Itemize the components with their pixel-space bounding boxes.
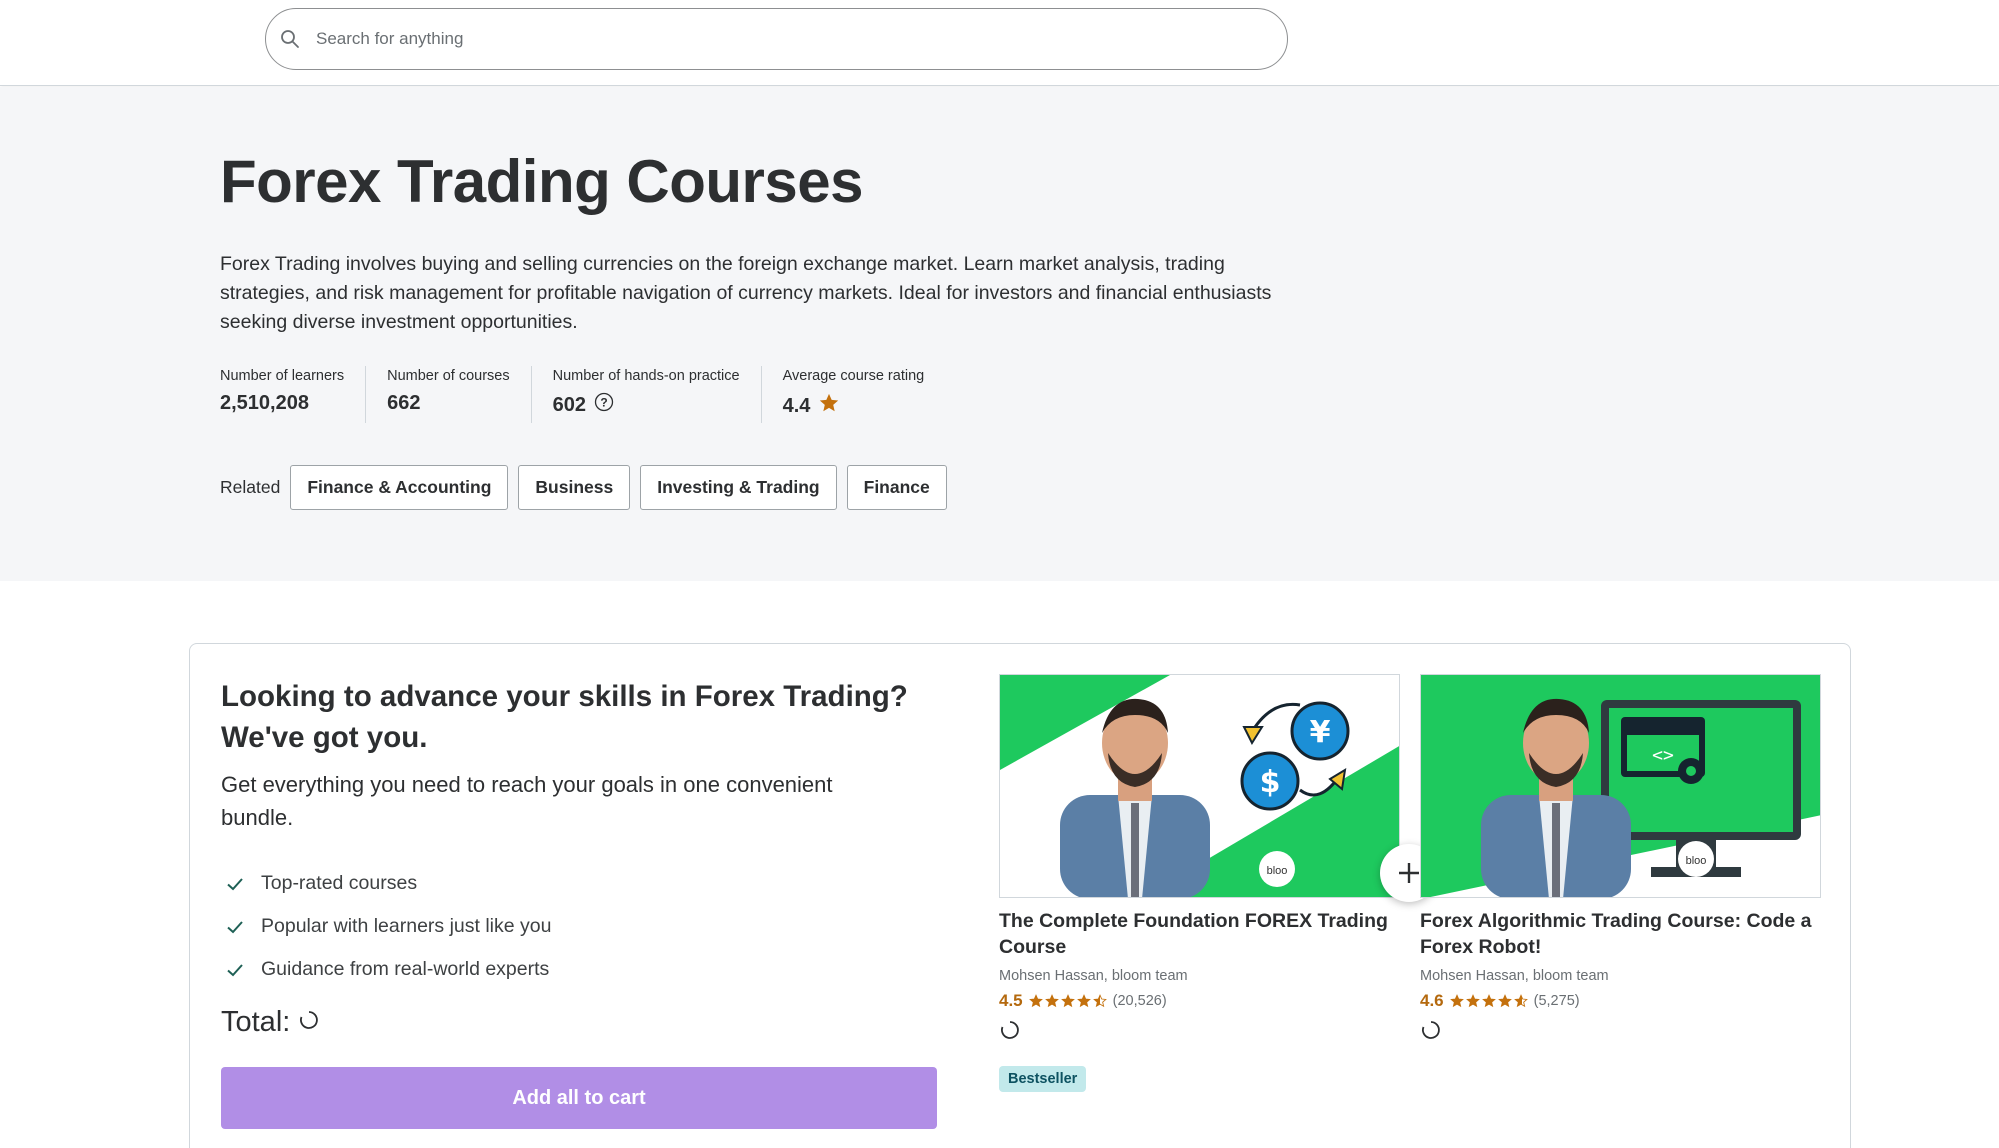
review-count: (5,275)	[1533, 993, 1580, 1009]
svg-text:¥: ¥	[1310, 715, 1331, 750]
search-icon[interactable]	[280, 28, 302, 50]
star-icon	[1513, 994, 1528, 1008]
star-icon	[1044, 994, 1059, 1008]
loading-spinner-icon	[1420, 1019, 1821, 1046]
bundle-benefits: Top-rated courses Popular with learners …	[225, 862, 551, 991]
topic-header: Forex Trading Courses Forex Trading invo…	[0, 87, 1999, 581]
svg-text:<>: <>	[1652, 745, 1674, 766]
help-icon[interactable]: ?	[594, 392, 614, 418]
star-icon	[818, 392, 840, 420]
related-topic-chip[interactable]: Finance & Accounting	[290, 465, 509, 510]
stat-label: Number of hands-on practice	[552, 368, 740, 384]
bundle-card: Looking to advance your skills in Forex …	[189, 643, 1851, 1148]
add-all-to-cart-button[interactable]: Add all to cart	[221, 1067, 937, 1129]
star-icon	[1076, 994, 1091, 1008]
svg-text:bloo: bloo	[1267, 865, 1288, 877]
topic-stats: Number of learners 2,510,208 Number of c…	[220, 366, 966, 423]
star-icon	[1060, 994, 1075, 1008]
rating-value: 4.5	[999, 991, 1023, 1010]
rating-value: 4.6	[1420, 991, 1444, 1010]
related-topic-chip[interactable]: Finance	[846, 465, 947, 510]
benefit-item: Popular with learners just like you	[225, 905, 551, 948]
star-icon	[1465, 994, 1480, 1008]
review-count: (20,526)	[1112, 993, 1167, 1009]
benefit-item: Top-rated courses	[225, 862, 551, 905]
search-bar[interactable]	[265, 8, 1288, 70]
svg-text:?: ?	[600, 396, 607, 410]
rating-stars-icon	[1028, 994, 1107, 1008]
course-title[interactable]: The Complete Foundation FOREX Trading Co…	[999, 908, 1400, 960]
bundle-course-card[interactable]: <> bloo Forex Algorithmic Trading Course…	[1420, 674, 1821, 1046]
loading-spinner-icon	[999, 1019, 1400, 1046]
star-icon	[1481, 994, 1496, 1008]
bundle-total: Total:	[221, 1006, 320, 1039]
bundle-course-card[interactable]: ¥ $ bloo The Complete Foundation FOREX T…	[999, 674, 1400, 1092]
benefit-label: Popular with learners just like you	[261, 915, 552, 937]
star-icon	[1028, 994, 1043, 1008]
stat-label: Average course rating	[782, 368, 925, 384]
loading-spinner-icon	[298, 1006, 320, 1039]
total-label: Total:	[221, 1006, 291, 1038]
course-instructors: Mohsen Hassan, bloom team	[1420, 968, 1609, 984]
stat-value: 4.4	[782, 394, 811, 417]
svg-text:$: $	[1260, 765, 1281, 800]
course-rating: 4.6 (5,275)	[1420, 991, 1821, 1011]
stat-value: 602	[552, 393, 586, 416]
stat-practice: Number of hands-on practice 602 ?	[553, 366, 762, 423]
course-thumbnail[interactable]: <> bloo	[1420, 674, 1821, 898]
stat-label: Number of learners	[220, 368, 345, 384]
stat-learners: Number of learners 2,510,208	[220, 366, 367, 423]
related-topic-chip[interactable]: Investing & Trading	[640, 465, 837, 510]
svg-text:bloo: bloo	[1686, 855, 1707, 867]
course-thumbnail[interactable]: ¥ $ bloo	[999, 674, 1400, 898]
top-bar	[0, 0, 1999, 86]
star-icon	[1449, 994, 1464, 1008]
related-topics: Related Finance & Accounting Business In…	[220, 465, 957, 510]
topic-description: Forex Trading involves buying and sellin…	[220, 253, 1272, 333]
stat-label: Number of courses	[387, 368, 510, 384]
related-label: Related	[220, 477, 281, 497]
related-topic-chip[interactable]: Business	[518, 465, 631, 510]
course-title[interactable]: Forex Algorithmic Trading Course: Code a…	[1420, 908, 1821, 960]
bundle-subheading: Get everything you need to reach your go…	[221, 772, 833, 830]
rating-stars-icon	[1449, 994, 1528, 1008]
star-icon	[1497, 994, 1512, 1008]
page-title: Forex Trading Courses	[220, 148, 864, 215]
check-icon	[225, 917, 247, 937]
check-icon	[225, 960, 247, 980]
bestseller-badge: Bestseller	[999, 1066, 1087, 1092]
stat-value: 2,510,208	[220, 392, 309, 414]
benefit-label: Top-rated courses	[261, 872, 418, 894]
benefit-item: Guidance from real-world experts	[225, 948, 551, 991]
benefit-label: Guidance from real-world experts	[261, 958, 550, 980]
stat-value: 662	[387, 392, 421, 414]
star-icon	[1092, 994, 1107, 1008]
stat-courses: Number of courses 662	[387, 366, 532, 423]
check-icon	[225, 874, 247, 894]
search-input[interactable]	[316, 29, 1216, 49]
course-instructors: Mohsen Hassan, bloom team	[999, 968, 1188, 984]
stat-rating: Average course rating 4.4	[783, 366, 946, 423]
course-rating: 4.5 (20,526)	[999, 991, 1400, 1011]
bundle-heading: Looking to advance your skills in Forex …	[221, 680, 908, 754]
